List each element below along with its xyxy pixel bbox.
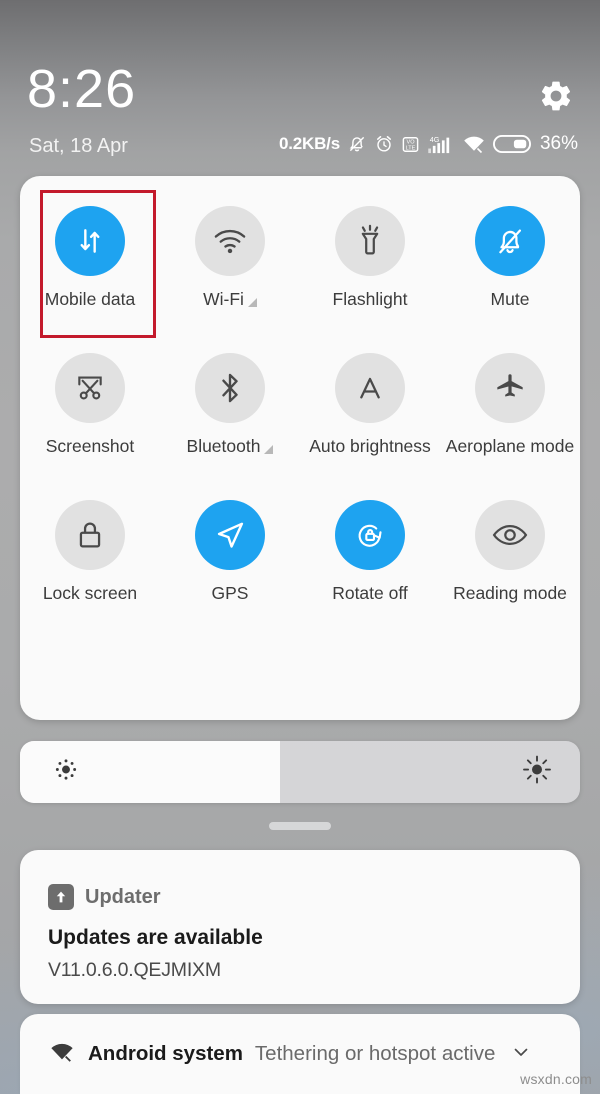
- tile-label: Mobile data: [44, 289, 136, 309]
- tile-rotate-off[interactable]: Rotate off: [300, 484, 440, 631]
- eye-icon: [492, 525, 528, 545]
- tile-label: Auto brightness: [309, 436, 431, 456]
- tile-label: Rotate off: [332, 583, 408, 603]
- status-header: 8:26 Sat, 18 Apr 0.2KB/s VO LTE 4G 36%: [0, 0, 600, 175]
- quick-settings-tile-grid: Mobile data Wi-Fi Flashlight Mute Screen…: [20, 190, 580, 631]
- notification-app-name: Android system: [88, 1042, 243, 1065]
- tile-label: GPS: [211, 583, 249, 603]
- tile-icon-container: [335, 500, 405, 570]
- tile-icon-container: [195, 353, 265, 423]
- clock-date: Sat, 18 Apr: [29, 135, 128, 157]
- svg-text:LTE: LTE: [406, 145, 416, 151]
- tile-label: Mute: [490, 289, 530, 309]
- brightness-low-icon: [52, 756, 80, 789]
- brightness-high-icon: [522, 755, 552, 790]
- chevron-down-icon[interactable]: [511, 1042, 531, 1067]
- wifi-tethering-icon: [48, 1040, 76, 1069]
- notification-app-name: Updater: [85, 885, 161, 908]
- notification-summary: Tethering or hotspot active: [254, 1042, 496, 1065]
- flashlight-icon: [361, 224, 379, 255]
- tile-screenshot[interactable]: Screenshot: [20, 337, 160, 484]
- notification-android-system[interactable]: Android system Tethering or hotspot acti…: [20, 1014, 580, 1094]
- quick-settings-panel: Mobile data Wi-Fi Flashlight Mute Screen…: [20, 176, 580, 720]
- updater-upload-icon: [48, 884, 74, 910]
- mobile-data-icon: [80, 229, 100, 253]
- gear-icon: [541, 81, 571, 111]
- tile-aeroplane-mode[interactable]: Aeroplane mode: [440, 337, 580, 484]
- tile-label: Aeroplane mode: [445, 436, 575, 456]
- tile-label: Flashlight: [332, 289, 408, 309]
- signal-4g-icon: 4G: [427, 134, 455, 154]
- navigation-arrow-icon: [217, 522, 244, 548]
- battery-icon: [492, 134, 531, 154]
- tile-label: Reading mode: [453, 583, 567, 603]
- tile-flashlight[interactable]: Flashlight: [300, 190, 440, 337]
- tile-gps[interactable]: GPS: [160, 484, 300, 631]
- brightness-slider[interactable]: [20, 741, 580, 803]
- tile-icon-container: [475, 353, 545, 423]
- scissors-icon: [78, 376, 102, 400]
- notification-updater[interactable]: Updater Updates are available V11.0.6.0.…: [20, 850, 580, 1004]
- tile-mobile-data[interactable]: Mobile data: [20, 190, 160, 337]
- tile-label: Wi-Fi: [203, 289, 257, 310]
- notification-app-row: Updater: [48, 884, 552, 910]
- volte-icon: VO LTE: [401, 135, 420, 154]
- tile-badge-triangle-icon: [247, 298, 257, 307]
- settings-gear-button[interactable]: [538, 78, 574, 114]
- tile-icon-container: [55, 206, 125, 276]
- tile-bluetooth[interactable]: Bluetooth: [160, 337, 300, 484]
- tile-badge-triangle-icon: [264, 445, 274, 454]
- bluetooth-icon: [222, 373, 238, 403]
- tile-icon-container: [55, 500, 125, 570]
- notification-body: V11.0.6.0.QEJMIXM: [48, 959, 221, 981]
- clock-time: 8:26: [27, 59, 137, 119]
- alarm-clock-icon: [374, 134, 394, 154]
- watermark-text: wsxdn.com: [520, 1071, 592, 1087]
- bell-off-icon: [499, 229, 521, 254]
- tile-icon-container: [195, 500, 265, 570]
- tile-icon-container: [335, 206, 405, 276]
- tile-icon-container: [55, 353, 125, 423]
- tile-icon-container: [335, 353, 405, 423]
- tile-wifi[interactable]: Wi-Fi: [160, 190, 300, 337]
- mute-bell-icon: [347, 134, 367, 154]
- notification-title: Updates are available: [48, 926, 263, 949]
- tile-icon-container: [475, 500, 545, 570]
- status-icon-tray: 0.2KB/s VO LTE 4G 36%: [279, 133, 578, 155]
- tile-mute[interactable]: Mute: [440, 190, 580, 337]
- padlock-icon: [79, 522, 101, 548]
- tile-auto-brightness[interactable]: Auto brightness: [300, 337, 440, 484]
- svg-text:4G: 4G: [430, 135, 440, 144]
- network-speed-text: 0.2KB/s: [279, 134, 340, 153]
- tile-label: Lock screen: [42, 583, 138, 603]
- panel-drag-handle[interactable]: [269, 822, 331, 830]
- tile-lock-screen[interactable]: Lock screen: [20, 484, 160, 631]
- tile-icon-container: [475, 206, 545, 276]
- tile-reading-mode[interactable]: Reading mode: [440, 484, 580, 631]
- wifi-icon: [214, 229, 246, 254]
- tile-label: Bluetooth: [187, 436, 274, 457]
- airplane-icon: [497, 374, 523, 397]
- battery-percent-text: 36%: [539, 133, 578, 154]
- wifi-icon: [462, 134, 486, 154]
- tile-label: Screenshot: [45, 436, 135, 456]
- letter-a-icon: [360, 377, 380, 399]
- rotation-lock-icon: [358, 524, 382, 547]
- tile-icon-container: [195, 206, 265, 276]
